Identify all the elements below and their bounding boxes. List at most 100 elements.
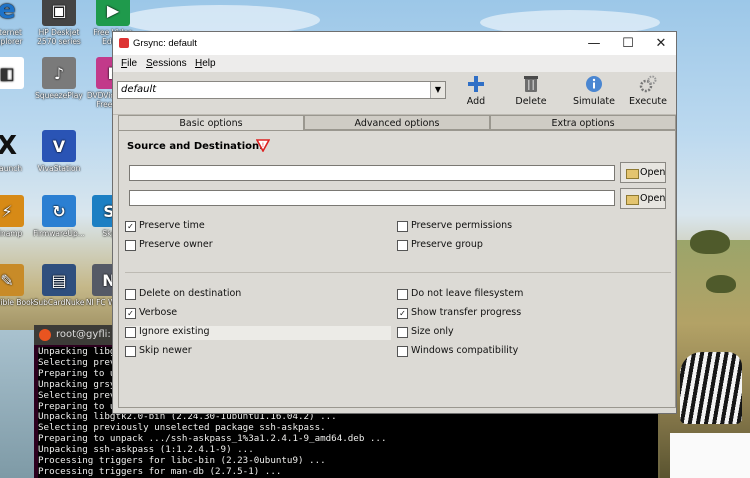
tab-advanced-options[interactable]: Advanced options: [304, 115, 490, 130]
zebra: [680, 352, 742, 424]
desktop-icon-label: FirmwareUp...: [33, 229, 85, 238]
checkbox-label: Delete on destination: [139, 288, 242, 299]
menu-sessions[interactable]: Sessions: [146, 55, 187, 72]
folder-icon: [626, 195, 639, 205]
desktop-icon-label: Internet Explorer: [0, 28, 23, 46]
checkbox-box: [125, 289, 136, 300]
checkbox-size-only[interactable]: Size only: [397, 326, 454, 340]
open-label: Open: [640, 167, 666, 178]
app-icon: ◧: [0, 57, 24, 89]
vivastation-icon: V: [42, 130, 76, 162]
grsync-app-icon: [119, 38, 129, 48]
desktop-icon-label: Winamp: [0, 229, 23, 238]
session-value: default: [121, 84, 157, 95]
checkbox-preserve-group[interactable]: Preserve group: [397, 239, 483, 253]
checkbox-ignore-existing[interactable]: Ignore existing: [125, 326, 391, 340]
destination-field[interactable]: [129, 190, 615, 206]
menu-file-label: ile: [127, 58, 138, 69]
minimize-button[interactable]: —: [577, 32, 611, 55]
ubuntu-icon: [39, 329, 51, 341]
add-label: Add: [466, 96, 486, 107]
add-button[interactable]: Add: [448, 74, 504, 112]
open-source-button[interactable]: Open: [620, 162, 666, 183]
checkbox-label: Verbose: [139, 307, 178, 318]
firmware-update-icon: ↻: [42, 195, 76, 227]
options-tabs: Basic options Advanced options Extra opt…: [118, 115, 676, 131]
checkbox-windows-compatibility[interactable]: Windows compatibility: [397, 345, 518, 359]
winamp-icon: ⚡: [0, 195, 24, 227]
tab-basic-options[interactable]: Basic options: [118, 115, 304, 131]
basic-options-panel: Source and Destination: ! Open Open ✓ Pre…: [118, 130, 676, 408]
checkbox-preserve-owner[interactable]: Preserve owner: [125, 239, 213, 253]
checkbox-box: [397, 221, 408, 232]
checkbox-label: Windows compatibility: [411, 345, 519, 356]
tab-extra-options[interactable]: Extra options: [490, 115, 676, 130]
checkbox-box: ✓: [397, 308, 408, 319]
internet-explorer-icon: e: [0, 0, 16, 25]
close-button[interactable]: ✕: [644, 32, 678, 55]
checkbox-label: Size only: [411, 326, 454, 337]
swap-warning-icon[interactable]: !: [255, 139, 271, 153]
desktop-icon-label: VivaStation: [37, 164, 81, 173]
window-titlebar[interactable]: Grsync: default — ☐ ✕: [113, 32, 676, 55]
checkbox-verbose[interactable]: ✓ Verbose: [125, 307, 177, 321]
plus-icon: [466, 74, 486, 94]
checkbox-box: [397, 289, 408, 300]
checkbox-box: [397, 327, 408, 338]
menu-help-label: elp: [202, 58, 216, 69]
checkbox-preserve-permissions[interactable]: Preserve permissions: [397, 220, 512, 234]
desktop-icon-label: Xlaunch: [0, 164, 23, 173]
session-combobox[interactable]: default ▼: [117, 81, 446, 99]
separator: [125, 272, 671, 273]
checkbox-label: Preserve group: [411, 239, 483, 250]
desktop-icon-hp-deskjet[interactable]: ▣ HP Deskjet 2570 series: [30, 0, 88, 46]
checkbox-delete-on-destination[interactable]: Delete on destination: [125, 288, 241, 302]
menubar: File Sessions Help: [113, 55, 676, 72]
menu-help[interactable]: Help: [195, 55, 216, 72]
simulate-label: Simulate: [573, 96, 615, 107]
section-title: Source and Destination:: [127, 141, 264, 152]
toolbar: default ▼ Add Delete Simulate Execute: [113, 72, 676, 115]
checkbox-skip-newer[interactable]: Skip newer: [125, 345, 192, 359]
dropdown-arrow-icon[interactable]: ▼: [430, 82, 445, 98]
checkbox-label: Skip newer: [139, 345, 192, 356]
checkbox-do-not-leave-filesystem[interactable]: Do not leave filesystem: [397, 288, 523, 302]
checkbox-box: [125, 327, 136, 338]
checkbox-label: Ignore existing: [139, 326, 210, 337]
delete-button[interactable]: Delete: [503, 74, 559, 112]
checkbox-label: Preserve permissions: [411, 220, 513, 231]
squeezeplay-icon: ♪: [42, 57, 76, 89]
svg-text:!: !: [262, 142, 264, 149]
checkbox-label: Preserve time: [139, 220, 205, 231]
source-field[interactable]: [129, 165, 615, 181]
printer-icon: ▣: [42, 0, 76, 26]
checkbox-preserve-time[interactable]: ✓ Preserve time: [125, 220, 205, 234]
menu-file[interactable]: File: [121, 55, 137, 72]
checkbox-box: [125, 346, 136, 357]
checkbox-box: ✓: [125, 308, 136, 319]
desktop-icon-squeezeplay[interactable]: ♪ SqueezePlay: [30, 57, 88, 100]
video-editor-icon: ▶: [96, 0, 130, 26]
checkbox-show-transfer-progress[interactable]: ✓ Show transfer progress: [397, 307, 521, 321]
checkbox-box: [125, 240, 136, 251]
execute-button[interactable]: Execute: [620, 74, 676, 112]
checkbox-label: Do not leave filesystem: [411, 288, 524, 299]
grsync-window: Grsync: default — ☐ ✕ File Sessions Help…: [112, 31, 677, 414]
xlaunch-icon: X: [0, 130, 18, 161]
subcardnuke-icon: ▤: [42, 264, 76, 296]
gears-icon: [638, 74, 658, 94]
trash-icon: [521, 74, 541, 94]
terminal-line: Processing triggers for man-db (2.7.5-1)…: [38, 465, 282, 477]
checkbox-box: ✓: [125, 221, 136, 232]
window-title: Grsync: default: [133, 38, 197, 49]
info-icon: [584, 74, 604, 94]
menu-sessions-label: essions: [152, 58, 187, 69]
desktop-icon-vivastation[interactable]: V VivaStation: [30, 130, 88, 173]
desktop-icon-label: SubCardNuke: [33, 298, 85, 307]
open-destination-button[interactable]: Open: [620, 188, 666, 209]
maximize-button[interactable]: ☐: [611, 32, 645, 55]
execute-label: Execute: [629, 96, 667, 107]
simulate-button[interactable]: Simulate: [566, 74, 622, 112]
tree: [706, 275, 736, 293]
checkbox-box: [397, 240, 408, 251]
